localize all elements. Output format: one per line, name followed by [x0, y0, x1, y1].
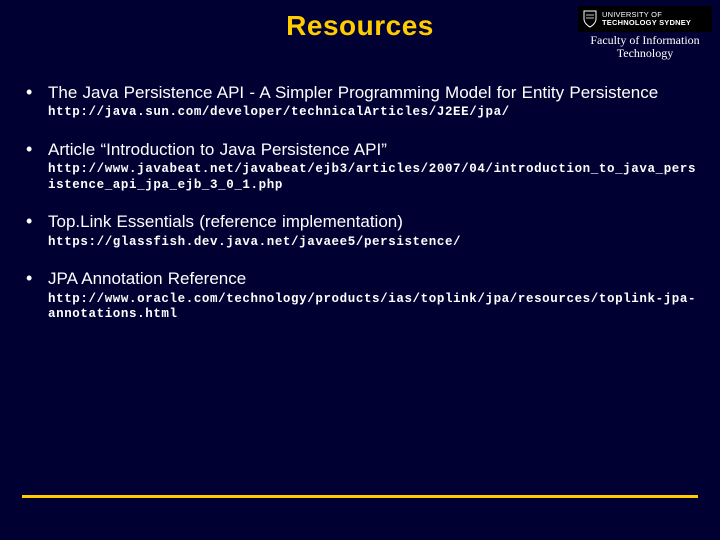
university-logo: UNIVERSITY OF TECHNOLOGY SYDNEY [578, 6, 712, 32]
list-item: JPA Annotation Reference http://www.orac… [20, 268, 700, 323]
resource-title: Article “Introduction to Java Persistenc… [48, 139, 700, 160]
resource-url: https://glassfish.dev.java.net/javaee5/p… [48, 235, 700, 251]
logo-block: UNIVERSITY OF TECHNOLOGY SYDNEY Faculty … [578, 6, 712, 60]
crest-icon [582, 10, 598, 28]
list-item: Article “Introduction to Java Persistenc… [20, 139, 700, 194]
faculty-label: Faculty of Information Technology [578, 34, 712, 60]
resource-url: http://www.javabeat.net/javabeat/ejb3/ar… [48, 162, 700, 193]
resource-title: JPA Annotation Reference [48, 268, 700, 289]
logo-line2: TECHNOLOGY SYDNEY [602, 18, 691, 27]
slide-header: Resources UNIVERSITY OF TECHNOLOGY SYDNE… [0, 0, 720, 64]
resource-url: http://www.oracle.com/technology/product… [48, 292, 700, 323]
list-item: Top.Link Essentials (reference implement… [20, 211, 700, 250]
faculty-line1: Faculty of Information [590, 33, 699, 47]
resource-url: http://java.sun.com/developer/technicalA… [48, 105, 700, 121]
list-item: The Java Persistence API - A Simpler Pro… [20, 82, 700, 121]
resource-title: Top.Link Essentials (reference implement… [48, 211, 700, 232]
resource-title: The Java Persistence API - A Simpler Pro… [48, 82, 700, 103]
footer-divider [22, 495, 698, 498]
faculty-line2: Technology [617, 46, 673, 60]
resource-list: The Java Persistence API - A Simpler Pro… [20, 82, 700, 323]
logo-text: UNIVERSITY OF TECHNOLOGY SYDNEY [602, 11, 691, 27]
slide-content: The Java Persistence API - A Simpler Pro… [0, 64, 720, 323]
